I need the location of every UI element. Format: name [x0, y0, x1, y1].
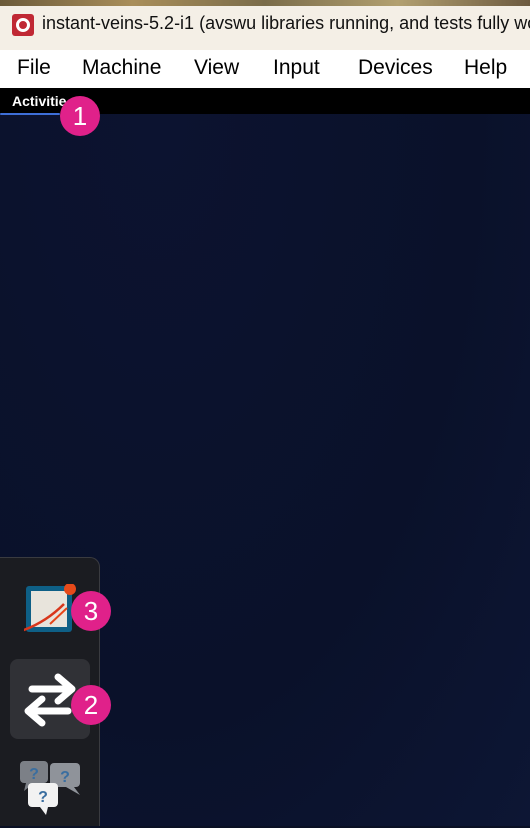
menu-input[interactable]: Input	[273, 56, 320, 80]
help-chat-icon: ? ? ?	[20, 761, 80, 815]
svg-text:?: ?	[29, 766, 39, 783]
svg-text:?: ?	[60, 769, 70, 786]
activities-button[interactable]: Activitie	[12, 93, 66, 109]
title-bar-strip	[0, 0, 530, 6]
menu-bar: File Machine View Input Devices Help	[0, 50, 530, 88]
dock-app-help[interactable]: ? ? ?	[16, 755, 84, 823]
window-title: instant-veins-5.2-i1 (avswu libraries ru…	[42, 13, 530, 33]
virtualbox-app-icon	[12, 14, 34, 36]
callout-2: 2	[71, 685, 111, 725]
menu-help[interactable]: Help	[464, 56, 507, 80]
dock-app-text-editor[interactable]	[17, 583, 76, 636]
menu-file[interactable]: File	[17, 56, 51, 80]
callout-3: 3	[71, 591, 111, 631]
window-title-bar: instant-veins-5.2-i1 (avswu libraries ru…	[0, 0, 530, 50]
text-editor-icon	[17, 583, 76, 634]
menu-devices[interactable]: Devices	[358, 56, 433, 80]
svg-text:?: ?	[38, 789, 48, 806]
menu-machine[interactable]: Machine	[82, 56, 161, 80]
callout-1: 1	[60, 96, 100, 136]
menu-view[interactable]: View	[194, 56, 239, 80]
activities-focus-indicator	[0, 113, 60, 115]
